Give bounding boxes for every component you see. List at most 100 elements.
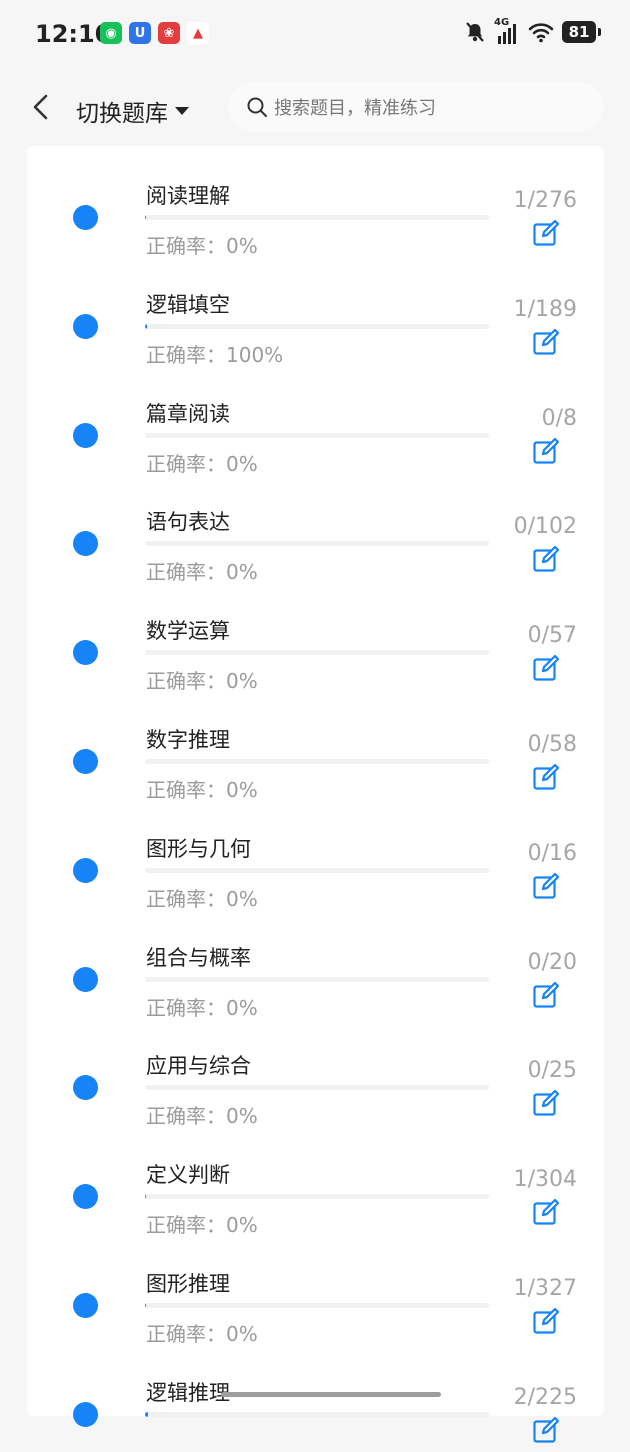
category-dot-icon xyxy=(73,205,98,230)
category-name: 语句表达 xyxy=(146,510,230,535)
battery-icon: 81 xyxy=(562,21,601,43)
category-row[interactable]: 应用与综合 正确率：0% 0/25 xyxy=(27,1016,604,1128)
practice-edit-button[interactable] xyxy=(532,872,560,900)
category-row[interactable]: 定义判断 正确率：0% 1/304 xyxy=(27,1125,604,1237)
progress-count: 0/57 xyxy=(527,623,577,649)
progress-count: 1/276 xyxy=(513,188,577,213)
practice-edit-button[interactable] xyxy=(532,437,560,465)
category-dot-icon xyxy=(73,857,98,883)
category-row[interactable]: 图形推理 正确率：0% 1/327 xyxy=(27,1234,604,1346)
category-name: 图形与几何 xyxy=(146,836,251,861)
edit-icon xyxy=(533,219,560,246)
network-type-label: 4G xyxy=(494,17,510,28)
category-name: 图形推理 xyxy=(146,1271,230,1296)
progress-fill xyxy=(145,1302,147,1308)
mute-bell-icon xyxy=(466,22,484,42)
notification-icons: ◉ U ❀ ▲ xyxy=(100,22,209,44)
category-row[interactable]: 逻辑推理 2/225 xyxy=(27,1343,604,1452)
app-red-notification-icon: ❀ xyxy=(158,22,180,44)
chevron-left-icon xyxy=(33,94,48,120)
category-row[interactable]: 数字推理 正确率：0% 0/58 xyxy=(27,690,604,802)
edit-icon xyxy=(533,328,560,355)
progress-bar xyxy=(145,1085,489,1091)
category-dot-icon xyxy=(73,422,98,448)
practice-edit-button[interactable] xyxy=(532,981,560,1009)
status-indicators: 4G 81 xyxy=(464,17,601,44)
edit-icon xyxy=(533,1199,560,1225)
category-row[interactable]: 阅读理解 正确率：0% 1/276 xyxy=(27,146,604,258)
progress-count: 0/102 xyxy=(513,514,577,540)
edit-icon xyxy=(533,1307,560,1334)
category-name: 逻辑填空 xyxy=(146,292,230,317)
edit-icon xyxy=(533,872,560,899)
edit-icon xyxy=(533,763,560,790)
status-bar: 12:10 ◉ U ❀ ▲ 4G 81 xyxy=(0,0,630,70)
practice-edit-button[interactable] xyxy=(532,1416,560,1444)
page-title: 切换题库 xyxy=(76,101,168,127)
search-placeholder: 搜索题目，精准练习 xyxy=(274,98,436,119)
app-u-notification-icon: U xyxy=(129,22,151,44)
progress-count: 2/225 xyxy=(513,1384,577,1410)
question-bank-switcher[interactable]: 切换题库 xyxy=(76,94,190,128)
home-indicator xyxy=(221,1392,441,1397)
category-row[interactable]: 组合与概率 正确率：0% 0/20 xyxy=(27,908,604,1020)
search-input[interactable]: 搜索题目，精准练习 xyxy=(228,82,604,132)
category-dot-icon xyxy=(73,531,98,557)
search-icon xyxy=(247,97,267,117)
wifi-icon xyxy=(528,23,554,43)
progress-count: 0/58 xyxy=(527,731,577,757)
cellular-signal-icon: 4G xyxy=(494,17,520,44)
practice-edit-button[interactable] xyxy=(532,1089,560,1117)
category-name: 组合与概率 xyxy=(146,945,251,970)
progress-bar xyxy=(145,1194,489,1200)
caret-down-icon xyxy=(175,107,189,115)
category-dot-icon xyxy=(73,1184,98,1210)
progress-count: 1/327 xyxy=(513,1275,577,1301)
back-button[interactable] xyxy=(28,90,58,124)
progress-count: 1/304 xyxy=(513,1167,577,1193)
practice-edit-button[interactable] xyxy=(532,1198,560,1226)
category-dot-icon xyxy=(73,1401,98,1427)
edit-icon xyxy=(533,1090,560,1116)
category-name: 篇章阅读 xyxy=(146,401,230,426)
category-name: 定义判断 xyxy=(146,1163,230,1188)
category-dot-icon xyxy=(73,748,98,774)
category-dot-icon xyxy=(73,1075,98,1101)
category-row[interactable]: 数学运算 正确率：0% 0/57 xyxy=(27,581,604,693)
progress-count: 0/20 xyxy=(527,949,577,975)
progress-fill xyxy=(145,1411,149,1417)
category-row[interactable]: 逻辑填空 正确率：100% 1/189 xyxy=(27,255,604,367)
edit-icon xyxy=(533,546,560,572)
practice-edit-button[interactable] xyxy=(532,654,560,682)
app-triangle-notification-icon: ▲ xyxy=(187,22,209,44)
practice-edit-button[interactable] xyxy=(532,545,560,573)
edit-icon xyxy=(533,655,560,681)
category-name: 数字推理 xyxy=(146,727,230,752)
practice-edit-button[interactable] xyxy=(532,219,560,247)
practice-edit-button[interactable] xyxy=(532,763,560,791)
category-dot-icon xyxy=(73,640,98,666)
progress-bar xyxy=(145,1411,489,1417)
progress-bar xyxy=(145,1302,489,1308)
progress-bar xyxy=(145,976,489,982)
category-dot-icon xyxy=(73,1292,98,1318)
edit-icon xyxy=(533,981,560,1008)
edit-icon xyxy=(533,1416,560,1443)
category-row[interactable]: 语句表达 正确率：0% 0/102 xyxy=(27,472,604,584)
progress-bar xyxy=(145,867,489,873)
category-dot-icon xyxy=(73,313,98,339)
category-list-card: 阅读理解 正确率：0% 1/276 逻辑填空 正确率：100% 1/189 篇章阅读 正确率：… xyxy=(27,146,604,1443)
wechat-notification-icon: ◉ xyxy=(100,22,122,44)
category-row[interactable]: 图形与几何 正确率：0% 0/16 xyxy=(27,799,604,911)
practice-edit-button[interactable] xyxy=(532,328,560,356)
practice-edit-button[interactable] xyxy=(532,1307,560,1335)
battery-level: 81 xyxy=(568,23,590,41)
top-bar: 切换题库 搜索题目，精准练习 xyxy=(0,70,630,146)
category-dot-icon xyxy=(73,966,98,992)
progress-count: 0/8 xyxy=(541,405,577,431)
progress-count: 1/189 xyxy=(513,296,577,322)
category-name: 应用与综合 xyxy=(146,1054,251,1079)
progress-bar xyxy=(145,323,489,329)
category-row[interactable]: 篇章阅读 正确率：0% 0/8 xyxy=(27,364,604,476)
progress-count: 0/25 xyxy=(527,1058,577,1084)
